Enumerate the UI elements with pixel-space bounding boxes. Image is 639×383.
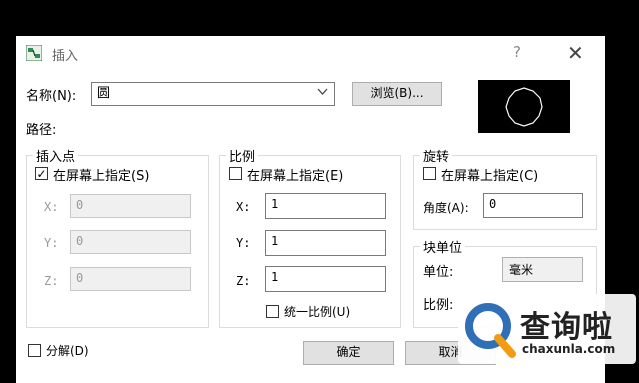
rotation-title: 旋转: [420, 146, 453, 165]
insert-point-title: 插入点: [33, 146, 79, 165]
ok-button[interactable]: 确定: [303, 341, 394, 365]
rotation-on-screen-checkbox[interactable]: [423, 167, 436, 180]
check-icon: ✓: [36, 167, 47, 181]
scale-title: 比例: [226, 146, 259, 165]
unit-value: 毫米: [502, 257, 583, 282]
insert-x-input[interactable]: 0: [70, 194, 191, 218]
help-button[interactable]: ?: [513, 43, 521, 61]
path-label: 路径:: [26, 123, 57, 138]
scale-z-input[interactable]: 1: [265, 266, 386, 292]
scale-y-input[interactable]: 1: [265, 230, 386, 256]
close-button[interactable]: ✕: [567, 41, 584, 65]
magnifier-logo-icon: [462, 300, 518, 358]
explode-checkbox[interactable]: [28, 344, 41, 357]
block-unit-title: 块单位: [420, 237, 466, 256]
watermark-url: chaxunla.com: [522, 342, 616, 356]
uniform-scale-label[interactable]: 统一比例(U): [284, 303, 350, 320]
scale-on-screen-label[interactable]: 在屏幕上指定(E): [247, 165, 343, 184]
insert-on-screen-checkbox[interactable]: ✓: [35, 167, 48, 180]
insert-y-input[interactable]: 0: [70, 230, 191, 254]
window-title: 插入: [52, 49, 79, 64]
block-preview: [478, 80, 570, 133]
scale-x-input[interactable]: 1: [265, 193, 386, 219]
circle-preview-icon: [505, 87, 543, 127]
watermark: 查询啦 chaxunla.com: [458, 294, 636, 364]
angle-label: 角度(A):: [423, 201, 469, 215]
browse-button[interactable]: 浏览(B)...: [352, 82, 442, 106]
insert-z-label: Z:: [44, 274, 59, 288]
insert-x-label: X:: [44, 200, 59, 214]
chevron-down-icon[interactable]: [317, 86, 328, 102]
uniform-scale-checkbox[interactable]: [266, 305, 279, 318]
insert-on-screen-label[interactable]: 在屏幕上指定(S): [53, 165, 149, 184]
scale-on-screen-checkbox[interactable]: [229, 167, 242, 180]
angle-input[interactable]: 0: [483, 193, 583, 218]
rotation-on-screen-label[interactable]: 在屏幕上指定(C): [441, 165, 538, 184]
scale-y-label: Y:: [236, 236, 251, 250]
insert-z-input[interactable]: 0: [70, 267, 191, 291]
explode-label[interactable]: 分解(D): [46, 342, 89, 359]
scale-z-label: Z:: [236, 274, 251, 288]
scale-x-label: X:: [236, 200, 251, 214]
insert-y-label: Y:: [44, 236, 59, 250]
name-label: 名称(N):: [26, 89, 77, 104]
ratio-label: 比例:: [423, 298, 454, 313]
unit-label: 单位:: [423, 265, 454, 280]
watermark-brand: 查询啦: [520, 310, 613, 345]
name-value: 圆: [97, 86, 111, 101]
name-combobox[interactable]: 圆: [91, 82, 335, 106]
app-icon: [25, 44, 43, 62]
